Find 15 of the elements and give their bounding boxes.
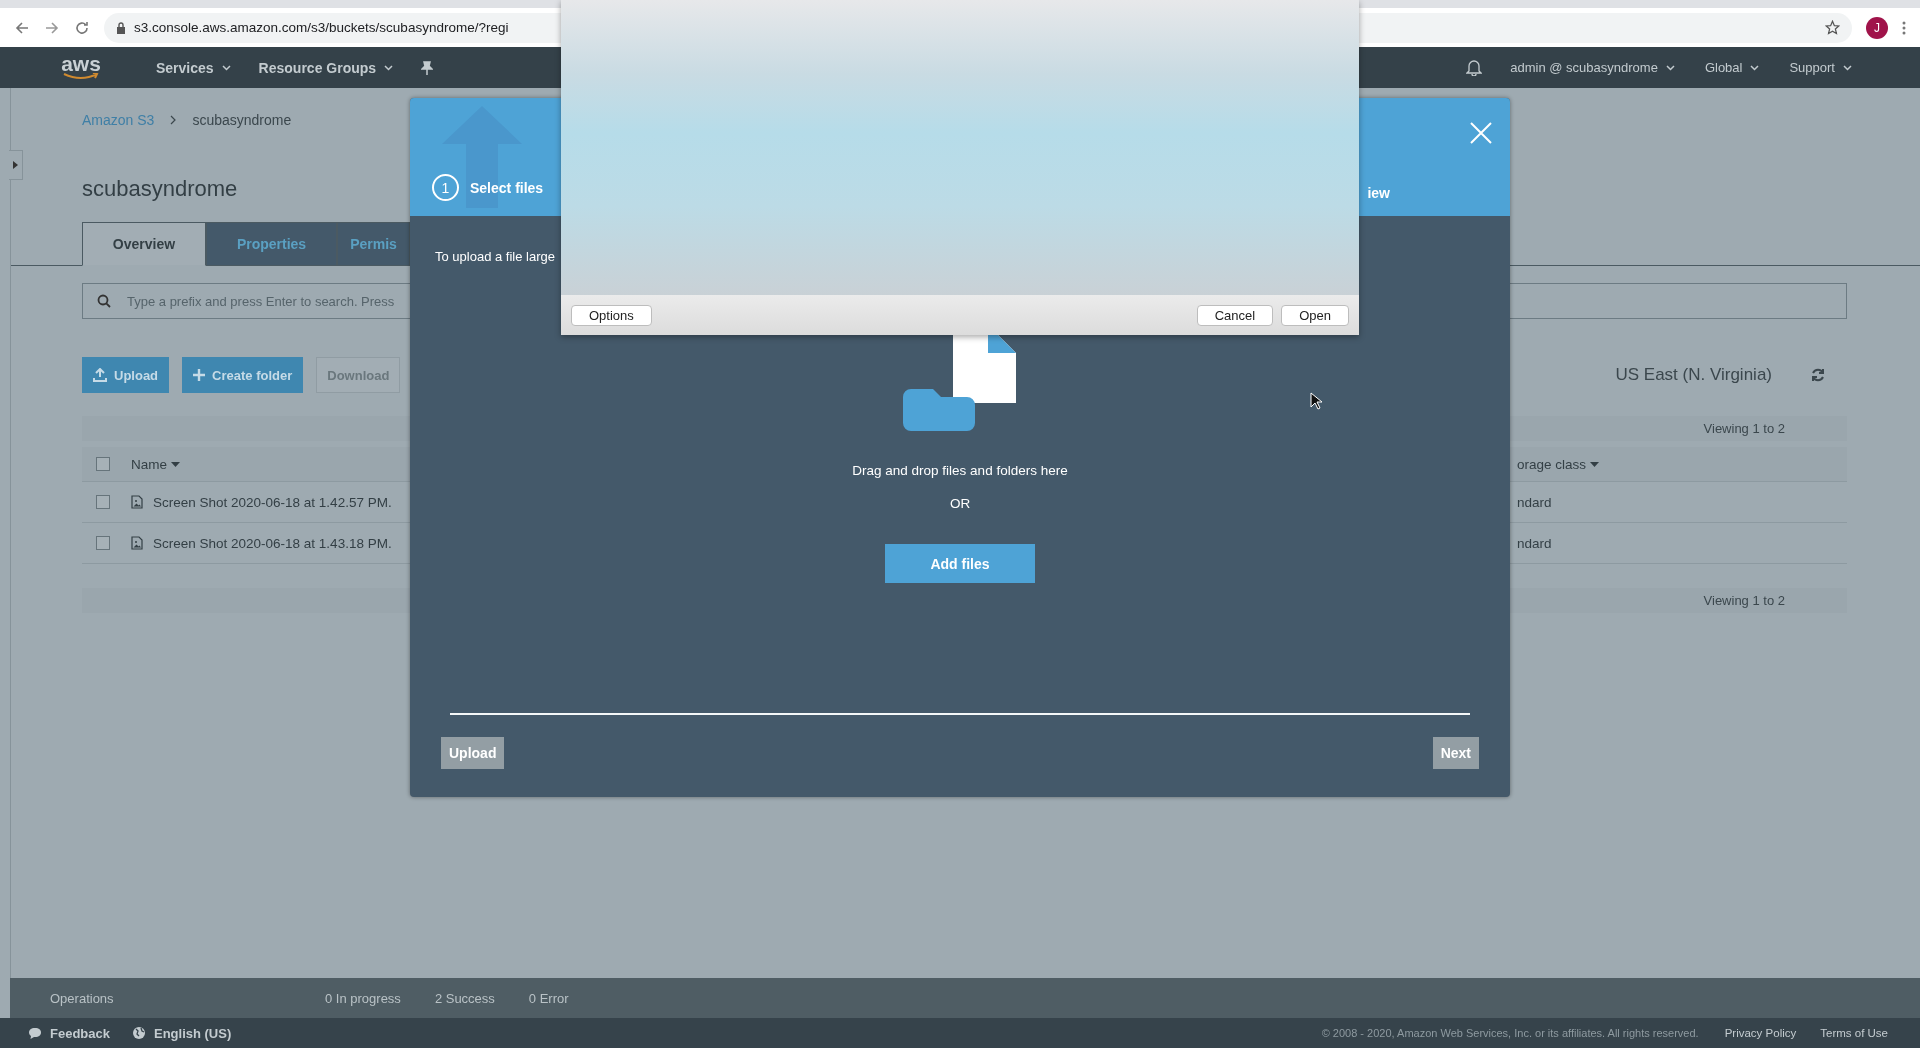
operation-count: 2 Success bbox=[434, 990, 495, 1006]
table-cell-text: ndard bbox=[1517, 535, 1553, 551]
operation-count: 0 Error bbox=[528, 990, 569, 1006]
operation-count: 0 In progress bbox=[325, 990, 401, 1006]
bucket-title: scubasyndrome bbox=[82, 175, 238, 203]
url-text: s3.console.aws.amazon.com/s3/buckets/scubasyndrome/?regi bbox=[134, 20, 509, 35]
upload-note: To upload a file large bbox=[435, 249, 555, 264]
region-label: US East (N. Virginia) bbox=[1615, 365, 1772, 385]
viewing-count: Viewing 1 to 2 bbox=[1703, 421, 1785, 436]
table-cell-text: ndard bbox=[1517, 494, 1553, 510]
viewing-count: Viewing 1 to 2 bbox=[1703, 593, 1785, 608]
copyright-text: © 2008 - 2020, Amazon Web Services, Inc. or its affiliates. All rights reserved. bbox=[1321, 1027, 1699, 1039]
drop-zone-text: Drag and drop files and folders here bbox=[852, 463, 1068, 478]
or-separator: OR bbox=[949, 496, 971, 511]
bucket-name-text: scubasyndrome bbox=[192, 112, 292, 128]
